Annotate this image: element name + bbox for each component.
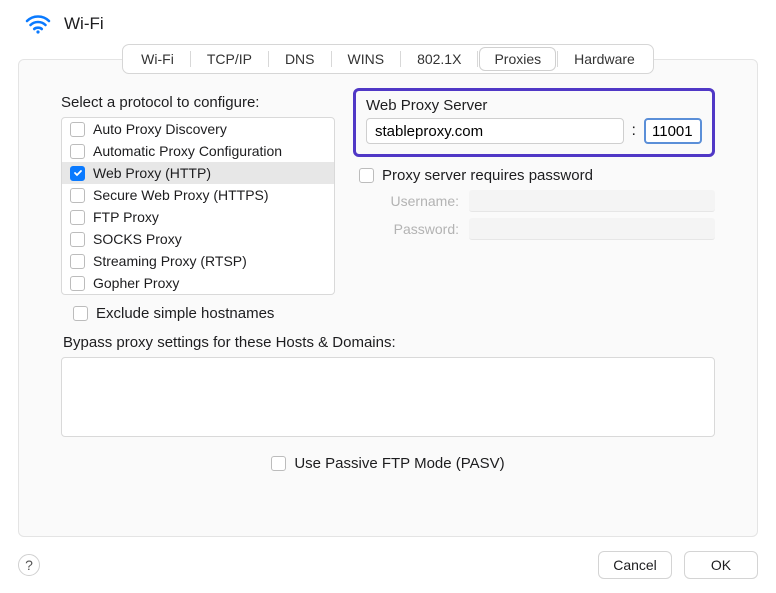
bypass-label: Bypass proxy settings for these Hosts & … bbox=[63, 334, 715, 351]
checkbox[interactable] bbox=[70, 232, 85, 247]
tabs: Wi-Fi TCP/IP DNS WINS 802.1X Proxies Har… bbox=[122, 44, 654, 74]
server-heading: Web Proxy Server bbox=[366, 97, 702, 114]
proxies-panel: Select a protocol to configure: Auto Pro… bbox=[18, 59, 758, 537]
protocol-item-gopher-proxy[interactable]: Gopher Proxy bbox=[62, 272, 334, 294]
protocol-label: Select a protocol to configure: bbox=[61, 94, 335, 111]
protocol-item-socks-proxy[interactable]: SOCKS Proxy bbox=[62, 228, 334, 250]
titlebar: Wi-Fi bbox=[18, 10, 758, 44]
tab-separator bbox=[268, 51, 269, 67]
protocol-item-label: FTP Proxy bbox=[93, 209, 159, 225]
pasv-row[interactable]: Use Passive FTP Mode (PASV) bbox=[61, 455, 715, 472]
checkbox[interactable] bbox=[70, 122, 85, 137]
username-input bbox=[469, 190, 715, 212]
tab-tcpip[interactable]: TCP/IP bbox=[193, 48, 266, 70]
protocol-item-auto-discovery[interactable]: Auto Proxy Discovery bbox=[62, 118, 334, 140]
checkbox[interactable] bbox=[70, 144, 85, 159]
tab-separator bbox=[557, 51, 558, 67]
protocol-item-web-proxy[interactable]: Web Proxy (HTTP) bbox=[62, 162, 334, 184]
tab-separator bbox=[331, 51, 332, 67]
help-button[interactable]: ? bbox=[18, 554, 40, 576]
tab-separator bbox=[477, 51, 478, 67]
requires-password-checkbox[interactable] bbox=[359, 168, 374, 183]
protocol-item-label: Secure Web Proxy (HTTPS) bbox=[93, 187, 269, 203]
tab-wins[interactable]: WINS bbox=[334, 48, 399, 70]
checkbox[interactable] bbox=[70, 166, 85, 181]
password-input bbox=[469, 218, 715, 240]
proxy-host-input[interactable] bbox=[366, 118, 624, 144]
tab-8021x[interactable]: 802.1X bbox=[403, 48, 475, 70]
protocol-item-label: Streaming Proxy (RTSP) bbox=[93, 253, 247, 269]
protocol-item-streaming-proxy[interactable]: Streaming Proxy (RTSP) bbox=[62, 250, 334, 272]
checkbox[interactable] bbox=[70, 254, 85, 269]
requires-password-row[interactable]: Proxy server requires password bbox=[359, 167, 715, 184]
exclude-hostnames-label: Exclude simple hostnames bbox=[96, 305, 274, 322]
protocol-item-secure-web-proxy[interactable]: Secure Web Proxy (HTTPS) bbox=[62, 184, 334, 206]
host-port-separator: : bbox=[630, 122, 638, 140]
ok-button[interactable]: OK bbox=[684, 551, 758, 579]
exclude-hostnames-checkbox[interactable] bbox=[73, 306, 88, 321]
protocol-item-label: Web Proxy (HTTP) bbox=[93, 165, 211, 181]
tab-dns[interactable]: DNS bbox=[271, 48, 329, 70]
window-title: Wi-Fi bbox=[64, 14, 104, 34]
protocol-item-label: Automatic Proxy Configuration bbox=[93, 143, 282, 159]
checkbox[interactable] bbox=[70, 210, 85, 225]
network-proxies-window: Wi-Fi Wi-Fi TCP/IP DNS WINS 802.1X Proxi… bbox=[0, 0, 776, 593]
exclude-hostnames-row[interactable]: Exclude simple hostnames bbox=[73, 305, 715, 322]
protocol-list[interactable]: Auto Proxy Discovery Automatic Proxy Con… bbox=[61, 117, 335, 295]
footer: ? Cancel OK bbox=[18, 551, 758, 579]
requires-password-label: Proxy server requires password bbox=[382, 167, 593, 184]
checkbox[interactable] bbox=[70, 276, 85, 291]
tab-hardware[interactable]: Hardware bbox=[560, 48, 649, 70]
pasv-label: Use Passive FTP Mode (PASV) bbox=[294, 455, 504, 472]
tab-proxies[interactable]: Proxies bbox=[480, 48, 555, 70]
protocol-item-ftp-proxy[interactable]: FTP Proxy bbox=[62, 206, 334, 228]
checkbox[interactable] bbox=[70, 188, 85, 203]
tab-separator bbox=[400, 51, 401, 67]
username-label: Username: bbox=[353, 193, 459, 209]
pasv-checkbox[interactable] bbox=[271, 456, 286, 471]
cancel-button[interactable]: Cancel bbox=[598, 551, 672, 579]
protocol-item-label: Gopher Proxy bbox=[93, 275, 179, 291]
protocol-item-label: Auto Proxy Discovery bbox=[93, 121, 227, 137]
bypass-textarea[interactable] bbox=[61, 357, 715, 437]
password-label: Password: bbox=[353, 221, 459, 237]
protocol-item-label: SOCKS Proxy bbox=[93, 231, 182, 247]
server-highlight-frame: Web Proxy Server : bbox=[353, 88, 715, 157]
tabs-container: Wi-Fi TCP/IP DNS WINS 802.1X Proxies Har… bbox=[18, 44, 758, 74]
tab-wifi[interactable]: Wi-Fi bbox=[127, 48, 188, 70]
protocol-item-auto-config[interactable]: Automatic Proxy Configuration bbox=[62, 140, 334, 162]
wifi-icon bbox=[24, 12, 52, 36]
tab-separator bbox=[190, 51, 191, 67]
proxy-port-input[interactable] bbox=[644, 118, 702, 144]
